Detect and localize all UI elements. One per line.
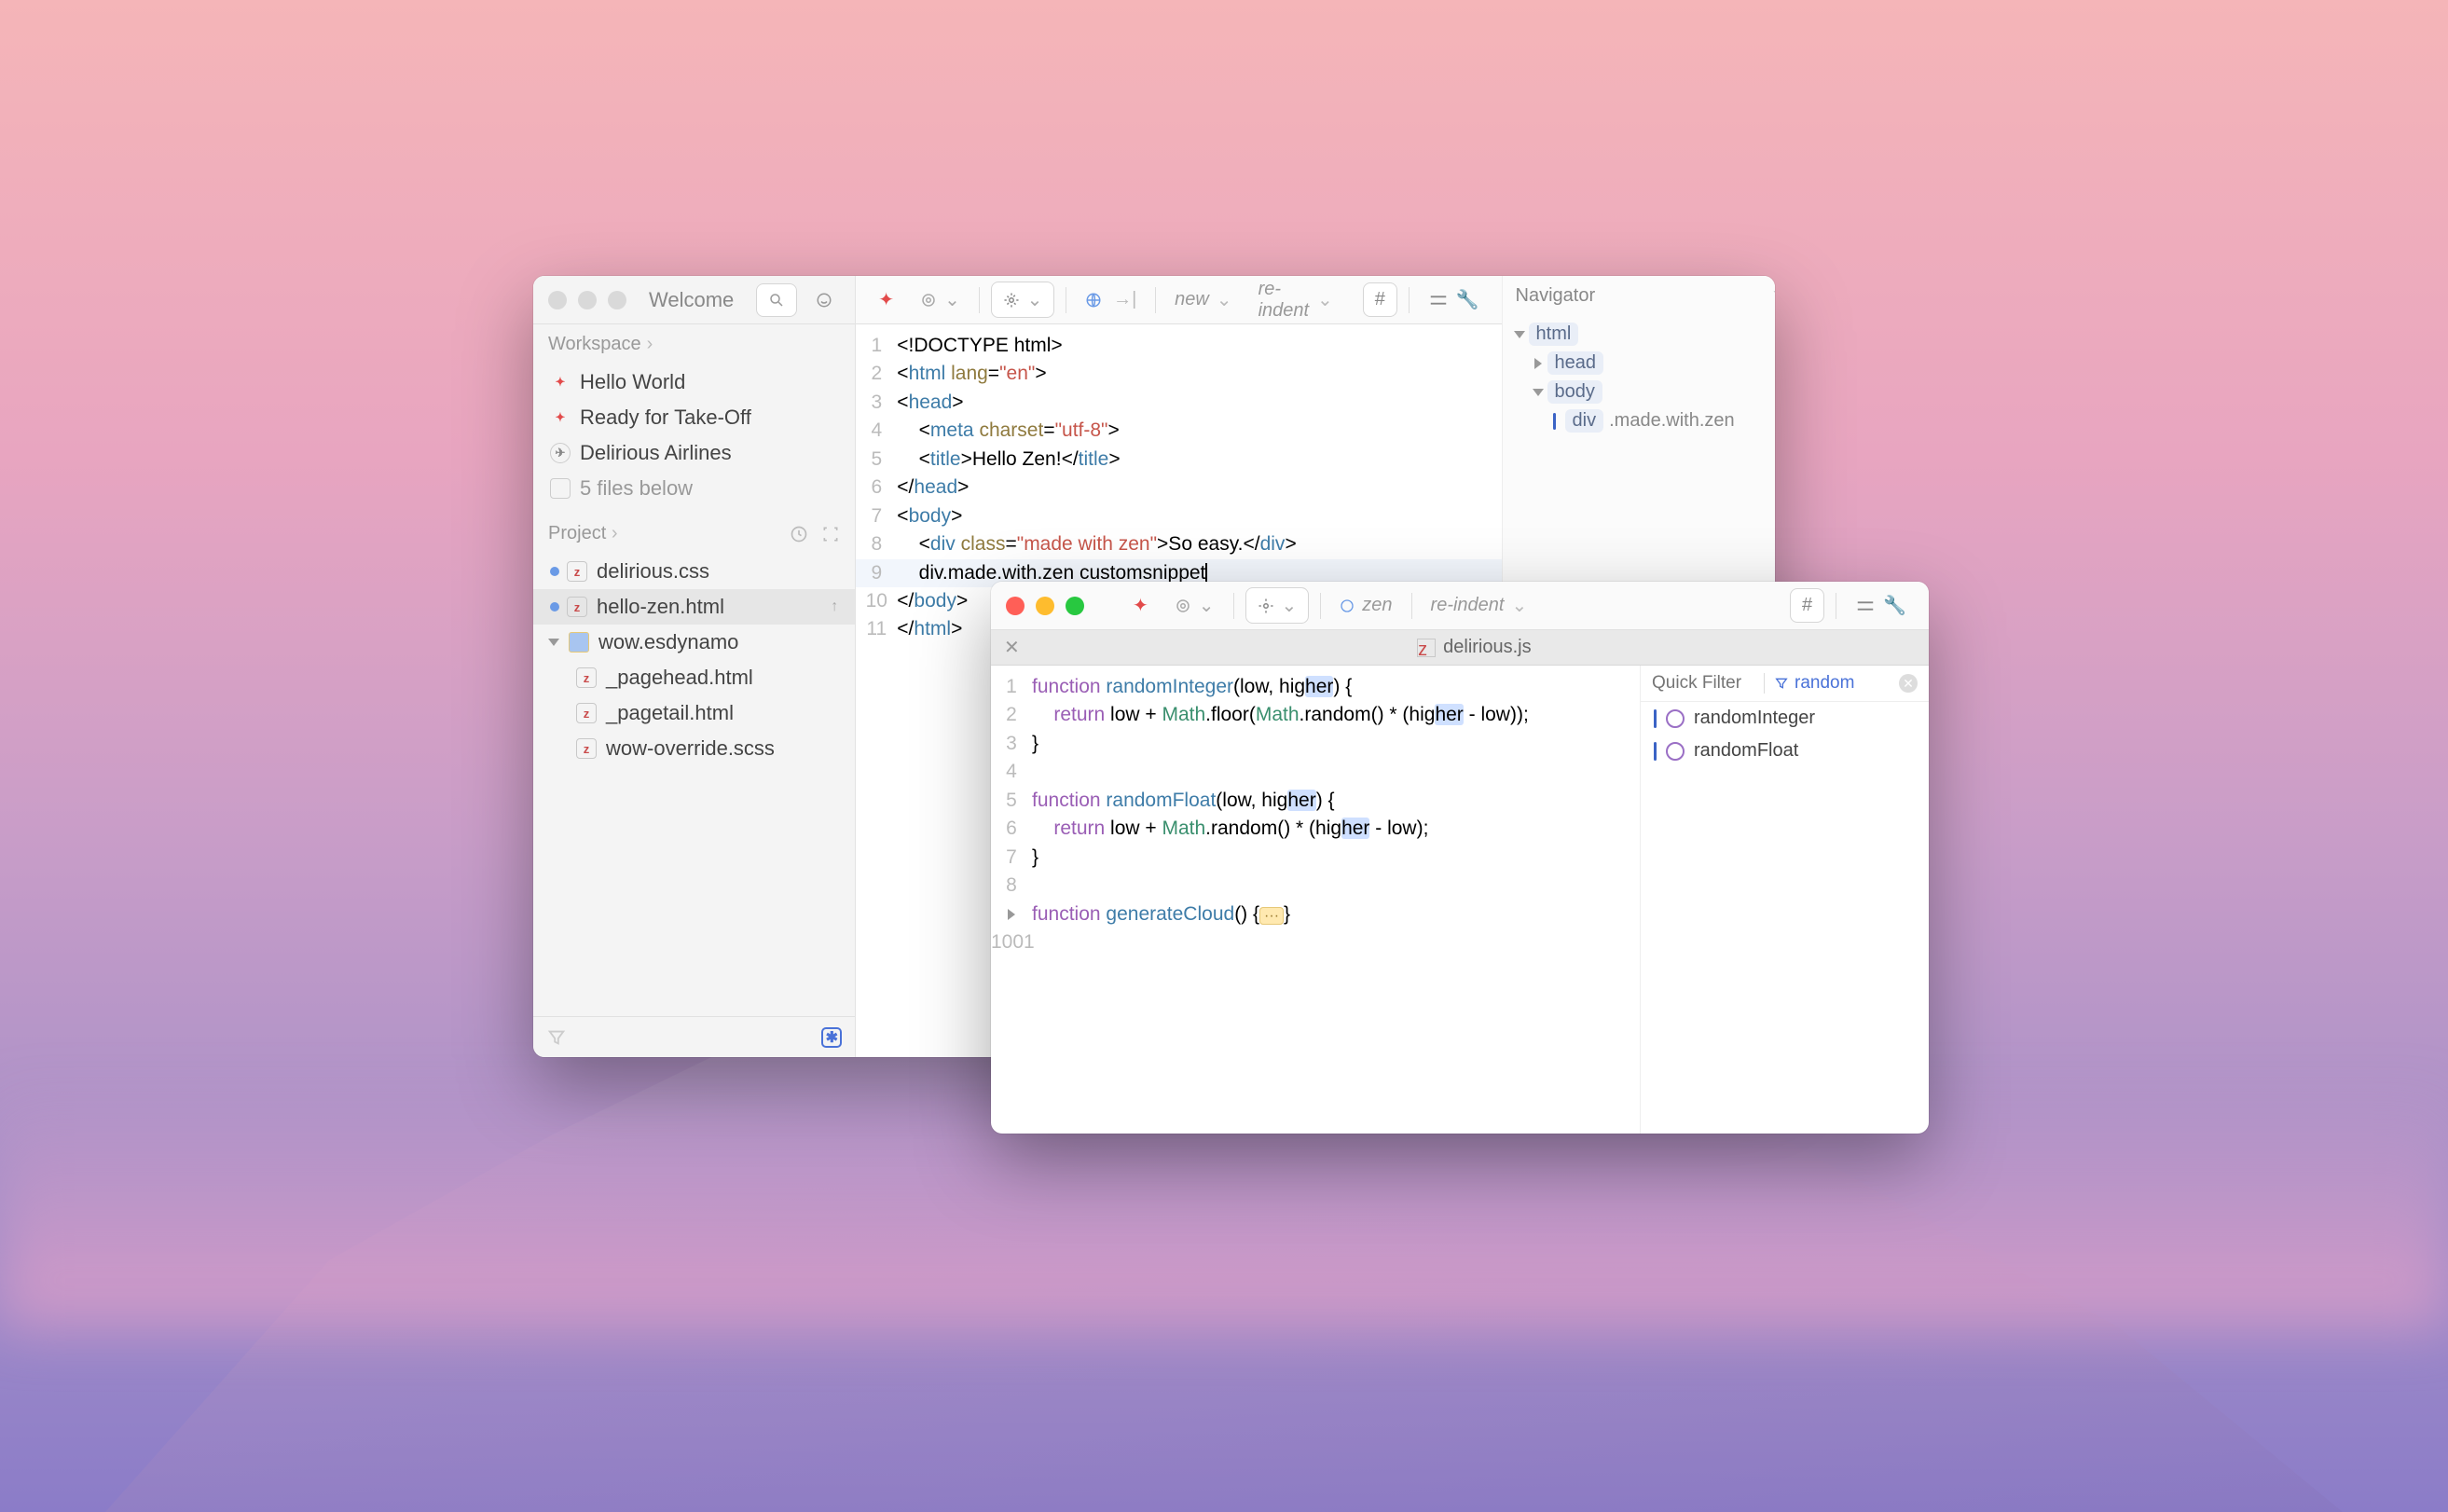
project-item[interactable]: wow.esdynamo xyxy=(533,625,855,660)
project-item[interactable]: zwow-override.scss xyxy=(533,731,855,766)
symbol-list: randomIntegerrandomFloat xyxy=(1641,702,1929,767)
traffic-lights xyxy=(1006,597,1084,615)
project-item[interactable]: zdelirious.css xyxy=(533,554,855,589)
project-header[interactable]: Project › xyxy=(533,514,855,554)
settings-icon[interactable]: 🔧 xyxy=(1421,282,1487,317)
scan-icon[interactable] xyxy=(821,525,840,543)
gear-dropdown[interactable]: ⌄ xyxy=(1245,587,1310,624)
file-icon: z xyxy=(1417,639,1436,657)
editor-toolbar: ✦ ⌄ ⌄ →| new ⌄ re-indent ⌄ # 🔧 xyxy=(856,276,1501,324)
filter-icon[interactable] xyxy=(546,1027,567,1048)
gear-dropdown[interactable]: ⌄ xyxy=(991,282,1055,318)
reindent-dropdown[interactable]: re-indent ⌄ xyxy=(1251,276,1341,327)
history-icon[interactable] xyxy=(790,525,808,543)
zen-button[interactable]: zen xyxy=(1332,589,1399,623)
close-dot[interactable] xyxy=(1006,597,1025,615)
tab-title[interactable]: delirious.js xyxy=(1443,637,1531,658)
editor-pane: 1function randomInteger(low, higher) {2 … xyxy=(991,666,1640,1134)
quick-filter-tag[interactable]: random xyxy=(1774,673,1854,694)
filter-icon[interactable] xyxy=(1772,288,1775,305)
window-title: Welcome xyxy=(649,288,734,312)
globe-forward[interactable]: →| xyxy=(1078,283,1144,317)
window2-body: 1function randomInteger(low, higher) {2 … xyxy=(991,666,1929,1134)
project-list: zdelirious.csszhello-zen.html↑wow.esdyna… xyxy=(533,554,855,766)
symbol-item[interactable]: randomFloat xyxy=(1641,735,1929,767)
symbol-navigator: random ✕ randomIntegerrandomFloat xyxy=(1640,666,1929,1134)
workspace-header[interactable]: Workspace› xyxy=(533,324,855,364)
window2-toolbar: ✦ ⌄ ⌄ zen re-indent ⌄ # 🔧 xyxy=(991,582,1929,630)
minimize-dot[interactable] xyxy=(578,291,597,309)
quick-filter-input[interactable] xyxy=(1652,673,1754,694)
sidebar-titlebar: Welcome xyxy=(533,276,855,324)
project-item[interactable]: z_pagehead.html xyxy=(533,660,855,695)
code-editor[interactable]: 1function randomInteger(low, higher) {2 … xyxy=(991,666,1640,964)
workspace-item[interactable]: ✈Delirious Airlines xyxy=(533,435,855,471)
tab-close-icon[interactable]: ✕ xyxy=(1004,636,1020,659)
clear-filter-icon[interactable]: ✕ xyxy=(1899,674,1918,693)
hash-button[interactable]: # xyxy=(1363,282,1397,317)
smiley-button[interactable] xyxy=(808,283,840,317)
nav-node[interactable]: div.made.with.zen xyxy=(1512,406,1775,435)
new-dropdown[interactable]: new ⌄ xyxy=(1167,282,1239,317)
target-dropdown[interactable]: ⌄ xyxy=(1167,588,1222,623)
sidebar-bottom: ✱ xyxy=(533,1016,855,1057)
reindent-dropdown[interactable]: re-indent ⌄ xyxy=(1423,588,1535,623)
editor-window-2: ✦ ⌄ ⌄ zen re-indent ⌄ # 🔧 ✕ z delirious.… xyxy=(991,582,1929,1134)
rocket-icon[interactable]: ✦ xyxy=(1125,588,1156,623)
workspace-item[interactable]: ✦Hello World xyxy=(533,364,855,400)
zoom-dot[interactable] xyxy=(1066,597,1084,615)
settings-icon[interactable]: 🔧 xyxy=(1848,588,1914,623)
workspace-list: ✦Hello World✦Ready for Take-Off✈Deliriou… xyxy=(533,364,855,471)
workspace-item[interactable]: ✦Ready for Take-Off xyxy=(533,400,855,435)
close-dot[interactable] xyxy=(548,291,567,309)
nav-node[interactable]: html xyxy=(1512,320,1775,349)
project-item[interactable]: zhello-zen.html↑ xyxy=(533,589,855,625)
nav-node[interactable]: body xyxy=(1512,378,1775,406)
minimize-dot[interactable] xyxy=(1036,597,1054,615)
add-button[interactable]: ✱ xyxy=(821,1027,842,1048)
nav-node[interactable]: head xyxy=(1512,349,1775,378)
zoom-dot[interactable] xyxy=(608,291,626,309)
traffic-lights xyxy=(548,291,626,309)
target-dropdown[interactable]: ⌄ xyxy=(913,282,968,317)
rocket-icon[interactable]: ✦ xyxy=(871,282,901,317)
sidebar: Welcome Workspace› ✦Hello World✦Ready fo… xyxy=(533,276,856,1057)
symbol-item[interactable]: randomInteger xyxy=(1641,702,1929,735)
hash-button[interactable]: # xyxy=(1790,588,1824,623)
navigator-tree[interactable]: htmlheadbodydiv.made.with.zen xyxy=(1503,316,1775,439)
project-item[interactable]: z_pagetail.html xyxy=(533,695,855,731)
quick-filter: random ✕ xyxy=(1641,666,1929,702)
files-below[interactable]: 5 files below xyxy=(533,471,855,506)
tab-bar: ✕ z delirious.js xyxy=(991,630,1929,666)
navigator-header: Navigator xyxy=(1503,276,1775,316)
search-button[interactable] xyxy=(756,283,797,317)
